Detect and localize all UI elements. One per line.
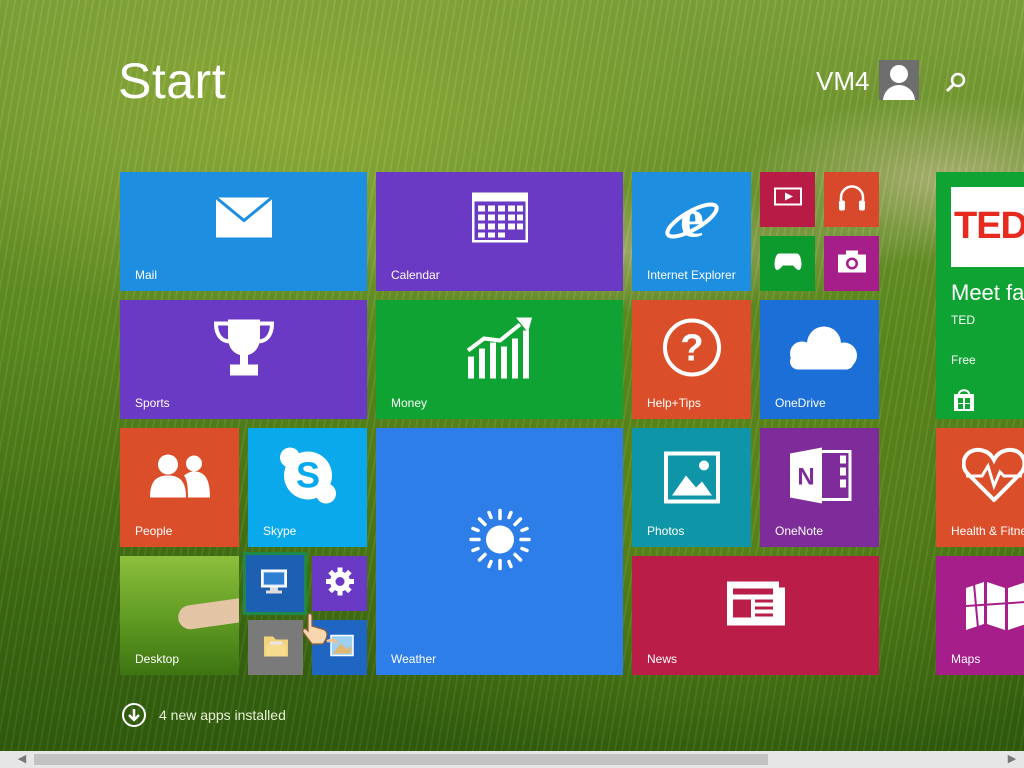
tile-games[interactable] bbox=[760, 236, 815, 291]
video-icon bbox=[773, 187, 802, 212]
tile-music[interactable] bbox=[824, 172, 879, 227]
tile-sports[interactable]: Sports bbox=[120, 300, 367, 419]
ted-logo: TED bbox=[951, 187, 1024, 267]
tile-onedrive[interactable]: OneDrive bbox=[760, 300, 879, 419]
tile-photos[interactable]: Photos bbox=[632, 428, 751, 547]
tile-calendar[interactable]: Calendar bbox=[376, 172, 623, 291]
store-icon bbox=[953, 388, 975, 417]
tile-news[interactable]: News bbox=[632, 556, 879, 675]
chart-up-icon bbox=[466, 317, 534, 384]
tile-settings[interactable] bbox=[312, 556, 367, 611]
svg-text:?: ? bbox=[680, 328, 703, 370]
tile-file-explorer[interactable] bbox=[248, 620, 303, 675]
tile-camera[interactable] bbox=[824, 236, 879, 291]
folder-icon bbox=[262, 632, 290, 663]
user-name[interactable]: VM4 bbox=[816, 66, 869, 97]
scrollbar-thumb[interactable] bbox=[34, 754, 768, 765]
tile-money[interactable]: Money bbox=[376, 300, 623, 419]
question-icon: ? bbox=[662, 318, 722, 383]
heart-icon bbox=[961, 446, 1024, 507]
mail-icon bbox=[214, 196, 273, 244]
tile-people[interactable]: People bbox=[120, 428, 239, 547]
horizontal-scrollbar[interactable]: ◀ ▶ bbox=[0, 751, 1024, 768]
tile-ted[interactable]: TED Meet fas TED Free bbox=[936, 172, 1024, 419]
internet-explorer-icon: e bbox=[662, 189, 722, 254]
tile-mail[interactable]: Mail bbox=[120, 172, 367, 291]
people-icon bbox=[148, 454, 212, 503]
ted-headline: Meet fas bbox=[951, 280, 1024, 305]
ted-price: Free bbox=[951, 353, 976, 367]
calendar-icon bbox=[471, 192, 528, 248]
tile-onenote[interactable]: N OneNote bbox=[760, 428, 879, 547]
search-icon[interactable] bbox=[944, 70, 968, 94]
game-controller-icon bbox=[773, 250, 803, 277]
tile-video[interactable] bbox=[760, 172, 815, 227]
gear-icon bbox=[325, 566, 355, 601]
tile-internet-explorer[interactable]: e Internet Explorer bbox=[632, 172, 751, 291]
map-icon bbox=[964, 580, 1024, 637]
tile-help-tips[interactable]: ? Help+Tips bbox=[632, 300, 751, 419]
ted-publisher: TED bbox=[951, 313, 975, 327]
tile-health-fitness[interactable]: Health & Fitne bbox=[936, 428, 1024, 547]
apps-installed-text: 4 new apps installed bbox=[159, 707, 286, 723]
skype-icon: S bbox=[278, 446, 338, 511]
photo-icon bbox=[663, 451, 720, 509]
page-title: Start bbox=[118, 53, 227, 109]
trophy-icon bbox=[212, 318, 276, 383]
scroll-right-arrow[interactable]: ▶ bbox=[1004, 753, 1020, 766]
arrow-down-icon bbox=[122, 703, 146, 727]
tile-skype[interactable]: S Skype bbox=[248, 428, 367, 547]
hand-cursor-icon bbox=[300, 612, 330, 646]
onenote-icon: N bbox=[788, 446, 852, 511]
tile-weather[interactable]: Weather bbox=[376, 428, 623, 675]
tile-this-pc[interactable] bbox=[243, 552, 307, 615]
sun-icon bbox=[468, 508, 532, 577]
camera-icon bbox=[837, 249, 867, 278]
svg-text:e: e bbox=[680, 191, 704, 249]
scroll-left-arrow[interactable]: ◀ bbox=[14, 753, 30, 766]
headphones-icon bbox=[837, 183, 867, 216]
newspaper-icon bbox=[725, 580, 787, 633]
avatar[interactable] bbox=[879, 60, 919, 100]
tile-maps[interactable]: Maps bbox=[936, 556, 1024, 675]
cloud-icon bbox=[780, 324, 860, 377]
svg-text:S: S bbox=[295, 455, 319, 496]
svg-text:N: N bbox=[797, 464, 814, 491]
desktop-hand-image bbox=[176, 597, 239, 631]
computer-icon bbox=[260, 568, 290, 599]
tile-desktop[interactable]: Desktop bbox=[120, 556, 239, 675]
